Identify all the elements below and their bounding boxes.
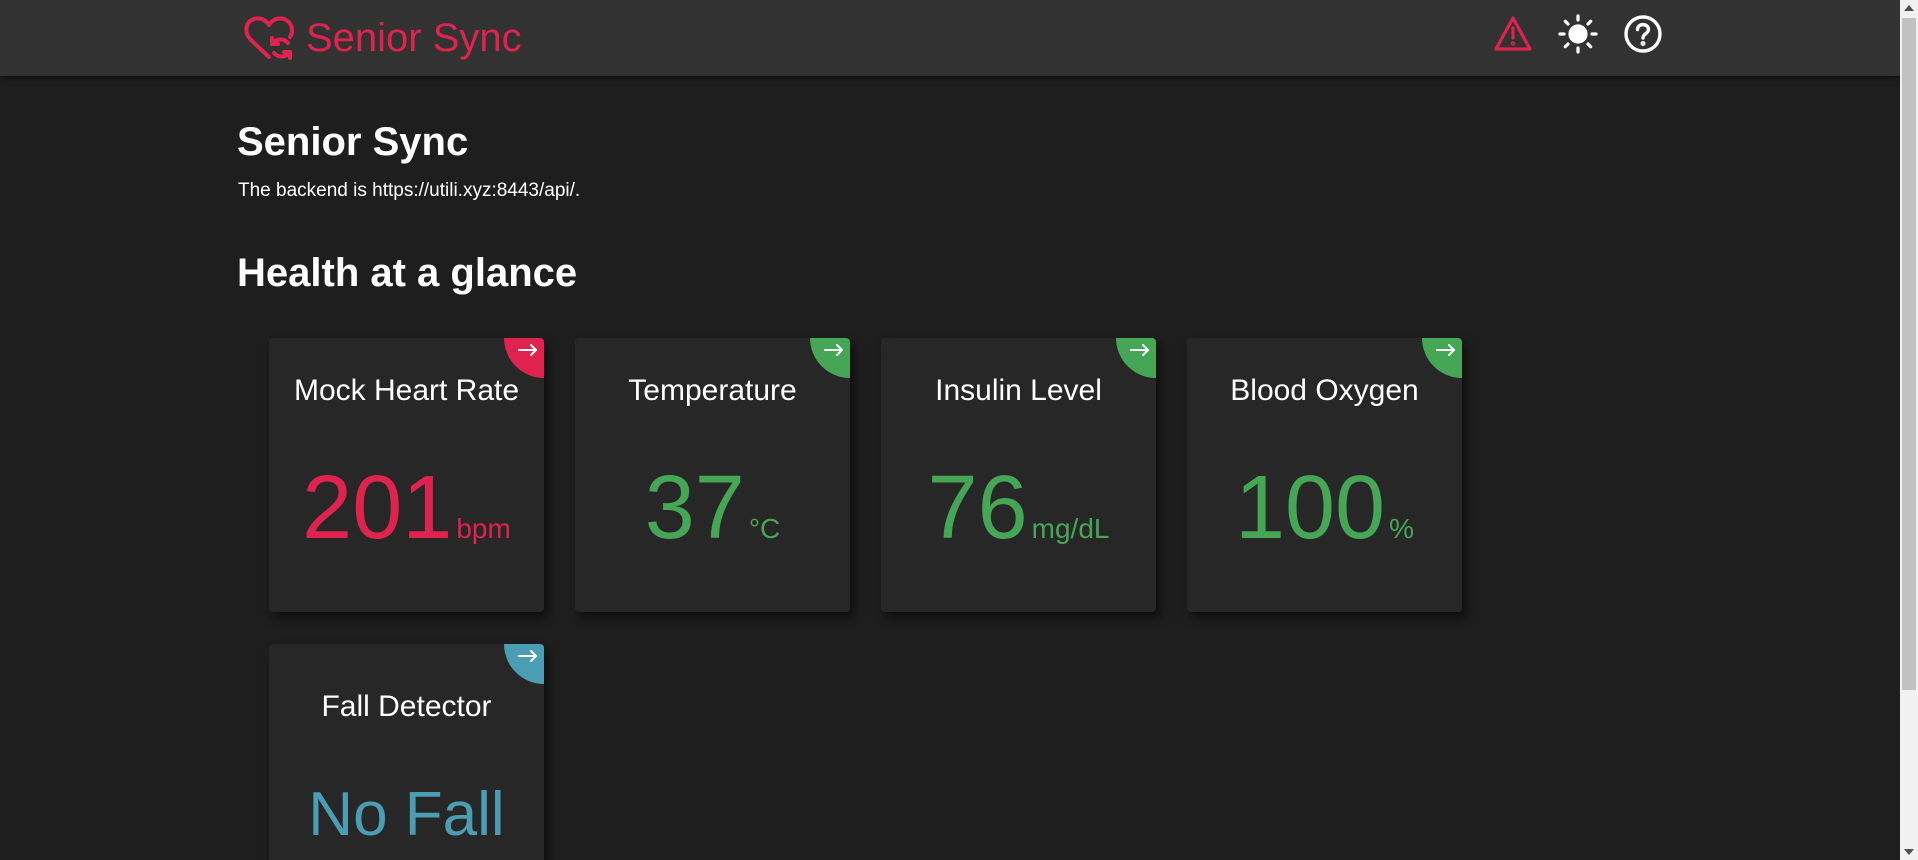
card-unit: °C <box>748 513 781 544</box>
card-value-row: 100 % <box>1187 463 1462 553</box>
scroll-up-arrow-icon[interactable] <box>1900 0 1918 16</box>
scrollbar-thumb[interactable] <box>1902 18 1916 690</box>
arrow-right-icon <box>518 344 537 356</box>
card-unit: bpm <box>456 513 511 544</box>
card-unit: % <box>1389 513 1415 544</box>
card-value: No Fall <box>308 780 505 849</box>
card-value: 201 <box>302 458 453 558</box>
top-navbar: Senior Sync <box>0 0 1900 76</box>
insulin-level-card[interactable]: Insulin Level 76 mg/dL <box>881 338 1156 612</box>
blood-oxygen-card[interactable]: Blood Oxygen 100 % <box>1187 338 1462 612</box>
arrow-right-icon <box>824 344 843 356</box>
card-value: 37 <box>644 458 745 558</box>
card-corner-link[interactable] <box>1116 338 1156 378</box>
card-value: 100 <box>1234 458 1386 558</box>
card-value-row: 201 bpm <box>269 463 544 553</box>
alert-triangle-icon <box>1494 16 1532 51</box>
heart-rate-card[interactable]: Mock Heart Rate 201 bpm <box>269 338 544 612</box>
section-title: Health at a glance <box>237 251 578 295</box>
card-value: 76 <box>927 458 1028 558</box>
arrow-right-icon <box>518 650 537 662</box>
arrow-right-icon <box>1436 344 1455 356</box>
help-circle-icon <box>1624 15 1662 53</box>
alerts-button[interactable] <box>1493 14 1533 54</box>
card-value-row: 76 mg/dL <box>881 463 1156 553</box>
card-unit: mg/dL <box>1031 513 1110 544</box>
temperature-card[interactable]: Temperature 37 °C <box>575 338 850 612</box>
scroll-down-arrow-icon[interactable] <box>1900 844 1918 860</box>
page-title: Senior Sync <box>237 120 469 164</box>
card-title: Temperature <box>628 374 797 407</box>
card-title: Insulin Level <box>935 374 1102 407</box>
card-title: Fall Detector <box>321 690 492 723</box>
header-actions <box>1493 14 1663 54</box>
vertical-scrollbar[interactable] <box>1900 0 1918 860</box>
arrow-right-icon <box>1130 344 1149 356</box>
help-button[interactable] <box>1623 14 1663 54</box>
card-title: Blood Oxygen <box>1230 374 1419 407</box>
brand-name: Senior Sync <box>306 16 522 60</box>
fall-detector-card[interactable]: Fall Detector No Fall <box>269 644 544 860</box>
sun-icon <box>1558 14 1598 54</box>
brand-link[interactable]: Senior Sync <box>242 12 522 64</box>
card-title: Mock Heart Rate <box>293 374 520 407</box>
card-corner-link[interactable] <box>504 644 544 684</box>
theme-toggle-button[interactable] <box>1558 14 1598 54</box>
card-corner-link[interactable] <box>810 338 850 378</box>
heart-sync-icon <box>244 16 294 60</box>
backend-info-text: The backend is https://utili.xyz:8443/ap… <box>238 180 581 201</box>
card-corner-link[interactable] <box>1422 338 1462 378</box>
card-corner-link[interactable] <box>504 338 544 378</box>
card-value-row: 37 °C <box>575 463 850 553</box>
page: Senior Sync Senior Sync The backend is h… <box>0 0 1918 860</box>
